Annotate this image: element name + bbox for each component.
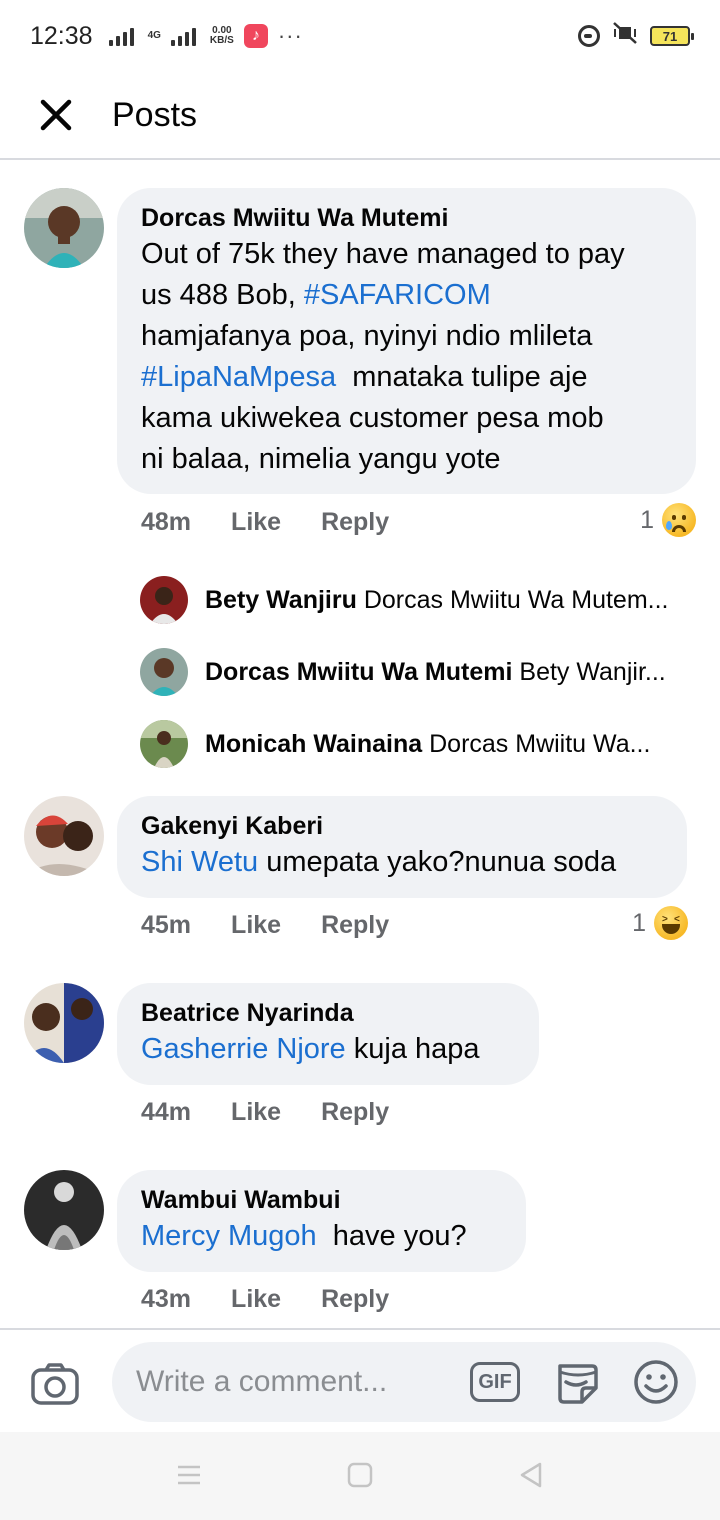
vibrate-mute-icon (612, 21, 638, 51)
like-button[interactable]: Like (231, 911, 281, 940)
sticker-icon (558, 1364, 598, 1404)
avatar[interactable] (24, 796, 104, 876)
reply-preview[interactable]: Monicah Wainaina Dorcas Mwiitu Wa... (0, 716, 720, 772)
comment-thread[interactable]: Dorcas Mwiitu Wa Mutemi Out of 75k they … (0, 160, 720, 1328)
laugh-emoji-icon: > < (654, 906, 688, 940)
like-button[interactable]: Like (231, 1098, 281, 1127)
comment-time: 45m (141, 911, 192, 939)
sticker-button[interactable] (552, 1358, 600, 1406)
signal-icon (108, 26, 134, 46)
sad-emoji-icon (662, 503, 696, 537)
comment-bubble[interactable]: Dorcas Mwiitu Wa Mutemi Out of 75k they … (117, 188, 696, 494)
avatar[interactable] (140, 648, 188, 696)
music-app-icon: ♪ (243, 24, 268, 48)
comment-actions: 44m Like Reply (141, 1098, 389, 1127)
hashtag-link[interactable]: #LipaNaMpesa (141, 361, 336, 393)
system-nav-bar (0, 1432, 720, 1520)
page-title: Posts (112, 95, 198, 134)
avatar[interactable] (24, 1170, 104, 1250)
comment-input[interactable] (136, 1360, 466, 1404)
comment-bubble[interactable]: Gakenyi Kaberi Shi Wetu umepata yako?nun… (117, 796, 687, 898)
avatar[interactable] (24, 983, 104, 1063)
data-speed: 0.00 KB/S (209, 25, 234, 46)
reply-author[interactable]: Monicah Wainaina (205, 730, 422, 758)
reply-text: Dorcas Mwiitu Wa Mutem... (363, 586, 669, 614)
comment-author[interactable]: Dorcas Mwiitu Wa Mutemi (141, 202, 672, 234)
reply-preview[interactable]: Dorcas Mwiitu Wa Mutemi Bety Wanjir... (0, 644, 720, 700)
comment-bubble[interactable]: Beatrice Nyarinda Gasherrie Njore kuja h… (117, 983, 539, 1085)
reply-text: Bety Wanjir... (519, 658, 666, 686)
mention-link[interactable]: Gasherrie Njore (141, 1033, 346, 1065)
reply-preview[interactable]: Bety Wanjiru Dorcas Mwiitu Wa Mutem... (0, 572, 720, 628)
gif-button[interactable]: GIF (470, 1362, 520, 1402)
comment-bubble[interactable]: Wambui Wambui Mercy Mugoh have you? (117, 1170, 526, 1272)
comment-actions: 45m Like Reply (141, 911, 389, 940)
back-nav-button[interactable] (518, 1462, 544, 1493)
status-time: 12:38 (30, 21, 93, 50)
mention-link[interactable]: Mercy Mugoh (141, 1220, 317, 1252)
network-type: 4G (147, 30, 161, 41)
close-button[interactable] (0, 71, 112, 159)
comment-text: Gasherrie Njore kuja hapa (141, 1033, 480, 1065)
like-button[interactable]: Like (231, 508, 281, 537)
comment-actions: 48m Like Reply (141, 508, 389, 537)
screen-record-icon (578, 25, 600, 47)
signal-icon-2 (170, 26, 196, 46)
reply-button[interactable]: Reply (321, 508, 389, 537)
comment-author[interactable]: Beatrice Nyarinda (141, 997, 515, 1029)
avatar[interactable] (24, 188, 104, 268)
close-icon (40, 99, 72, 131)
reaction-summary[interactable]: 1 > < (632, 906, 688, 940)
camera-icon (31, 1363, 79, 1405)
reply-button[interactable]: Reply (321, 911, 389, 940)
reply-text: Dorcas Mwiitu Wa... (429, 730, 651, 758)
comment-author[interactable]: Gakenyi Kaberi (141, 810, 663, 842)
comment-time: 43m (141, 1285, 192, 1313)
reaction-count: 1 (632, 908, 646, 937)
avatar[interactable] (140, 576, 188, 624)
reaction-count: 1 (640, 505, 654, 534)
comment-actions: 43m Like Reply (141, 1285, 389, 1314)
camera-button[interactable] (30, 1362, 80, 1406)
more-notifications-icon: ··· (277, 23, 303, 48)
reply-author[interactable]: Bety Wanjiru (205, 586, 357, 614)
smiley-icon (634, 1360, 678, 1404)
comment-composer: GIF (0, 1328, 720, 1432)
comment-text: Mercy Mugoh have you? (141, 1220, 467, 1252)
mention-link[interactable]: Shi Wetu (141, 846, 258, 878)
home-square-icon (347, 1462, 373, 1488)
menu-icon (178, 1465, 200, 1485)
home-nav-button[interactable] (347, 1462, 373, 1493)
back-triangle-icon (520, 1462, 542, 1488)
battery-icon: 71 (650, 26, 694, 46)
comment-text: Out of 75k they have managed to pay us 4… (141, 238, 625, 475)
emoji-button[interactable] (632, 1358, 680, 1406)
reply-author[interactable]: Dorcas Mwiitu Wa Mutemi (205, 658, 512, 686)
comment-text: Shi Wetu umepata yako?nunua soda (141, 846, 617, 878)
hashtag-link[interactable]: #SAFARICOM (304, 279, 491, 311)
avatar[interactable] (140, 720, 188, 768)
comment-time: 44m (141, 1098, 192, 1126)
top-app-bar: Posts (0, 72, 720, 160)
comment-box: GIF (112, 1342, 696, 1422)
status-bar: 12:38 4G 0.00 KB/S ♪ ··· 71 (0, 0, 720, 72)
comment-time: 48m (141, 508, 192, 536)
like-button[interactable]: Like (231, 1285, 281, 1314)
comment-author[interactable]: Wambui Wambui (141, 1184, 502, 1216)
reply-button[interactable]: Reply (321, 1098, 389, 1127)
menu-nav-button[interactable] (176, 1462, 202, 1493)
reaction-summary[interactable]: 1 (640, 503, 696, 537)
reply-button[interactable]: Reply (321, 1285, 389, 1314)
